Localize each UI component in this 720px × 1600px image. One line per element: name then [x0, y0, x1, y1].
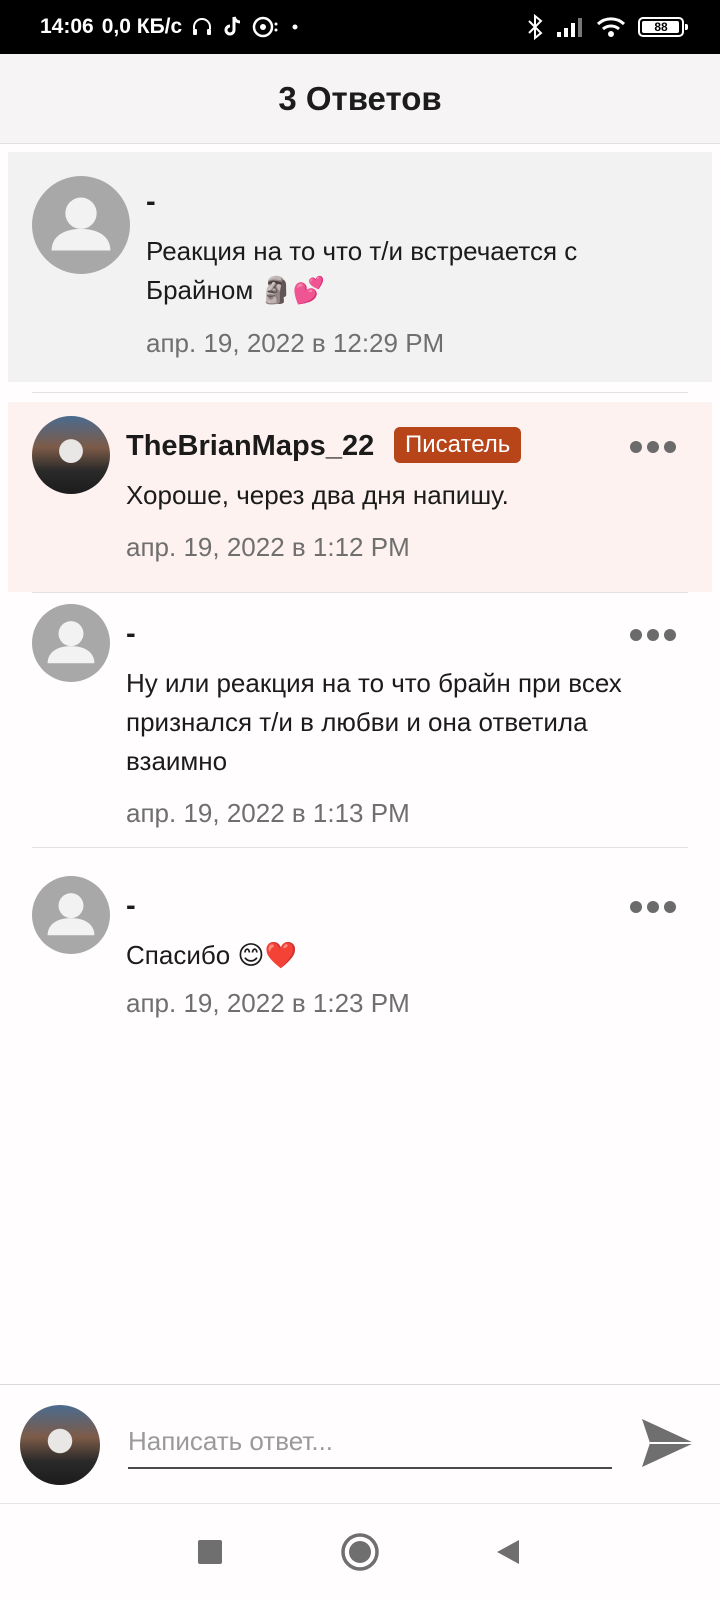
comment-author[interactable]: -: [126, 618, 136, 651]
notification-dot-icon: [288, 15, 302, 39]
battery-icon: 88: [638, 17, 688, 37]
home-icon[interactable]: [338, 1530, 382, 1574]
comment-text: Ну или реакция на то что брайн при всех …: [126, 668, 622, 776]
avatar[interactable]: [32, 876, 110, 954]
comment-author[interactable]: -: [146, 186, 156, 219]
comment-timestamp: апр. 19, 2022 в 1:13 PM: [126, 798, 410, 828]
music-app-icon: [252, 15, 280, 39]
comment-text: Хороше, через два дня напишу.: [126, 480, 509, 510]
bluetooth-icon: [526, 14, 544, 40]
reply-input[interactable]: [128, 1415, 612, 1469]
avatar[interactable]: [32, 176, 130, 274]
reply-bar: [0, 1384, 720, 1504]
status-bar: 14:06 0,0 КБ/с 88: [0, 0, 720, 54]
comment-timestamp: апр. 19, 2022 в 1:12 PM: [126, 532, 410, 562]
signal-icon: [556, 16, 584, 38]
reply-item: TheBrianMaps_22 Писатель Хороше, через д…: [0, 392, 720, 593]
more-options-icon[interactable]: [630, 628, 676, 642]
recent-apps-icon[interactable]: [190, 1532, 230, 1572]
headphones-icon: [190, 15, 214, 39]
avatar[interactable]: [32, 416, 110, 494]
comment-author[interactable]: -: [126, 890, 136, 923]
more-options-icon[interactable]: [630, 440, 676, 454]
tiktok-icon: [222, 15, 244, 39]
comment-text: Реакция на то что т/и встречается с Брай…: [146, 236, 578, 305]
reply-item: - Спасибо 😊❤️ апр. 19, 2022 в 1:23 PM: [0, 864, 720, 1044]
reply-item: - Ну или реакция на то что брайн при все…: [0, 592, 720, 848]
back-icon[interactable]: [488, 1532, 528, 1572]
page-title: 3 Ответов: [278, 79, 442, 117]
battery-level: 88: [654, 20, 668, 34]
send-icon[interactable]: [640, 1413, 696, 1473]
wifi-icon: [596, 16, 626, 38]
more-options-icon[interactable]: [630, 900, 676, 914]
status-time: 14:06: [40, 15, 94, 38]
network-speed: 0,0 КБ/с: [101, 15, 183, 38]
header: 3 Ответов: [0, 54, 720, 144]
avatar[interactable]: [32, 604, 110, 682]
system-nav-bar: [0, 1504, 720, 1600]
current-user-avatar: [20, 1405, 100, 1485]
writer-badge: Писатель: [394, 427, 522, 463]
parent-comment: - Реакция на то что т/и встречается с Бр…: [0, 152, 720, 384]
comment-timestamp: апр. 19, 2022 в 1:23 PM: [126, 988, 410, 1018]
comment-text: Спасибо 😊❤️: [126, 940, 297, 970]
comment-timestamp: апр. 19, 2022 в 12:29 PM: [146, 328, 445, 358]
comment-author[interactable]: TheBrianMaps_22: [126, 430, 374, 463]
